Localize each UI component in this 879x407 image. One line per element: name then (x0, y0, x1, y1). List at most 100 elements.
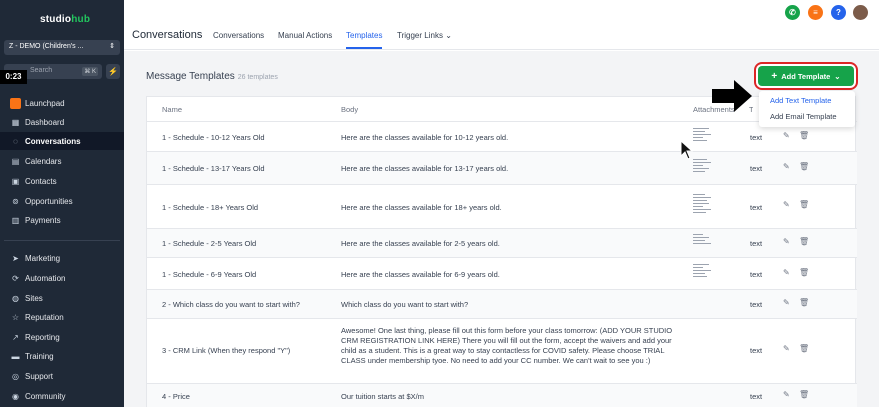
template-name[interactable]: 1 - Schedule - 2-5 Years Old (162, 239, 256, 249)
delete-icon[interactable]: 🗑 (799, 237, 809, 246)
phone-icon[interactable]: ✆ (785, 5, 800, 20)
sidebar-item-launchpad[interactable]: Launchpad (0, 94, 124, 112)
column-header-body[interactable]: Body (341, 105, 358, 114)
tab-templates[interactable]: Templates (346, 31, 383, 49)
attachment-thumbnail[interactable] (693, 234, 715, 246)
sidebar-item-label: Opportunities (25, 196, 73, 206)
edit-icon[interactable]: ✎ (783, 200, 790, 209)
template-name[interactable]: 1 - Schedule - 10-12 Years Old (162, 133, 265, 143)
tab-label: Trigger Links (397, 31, 443, 40)
sidebar-item-label: Community (25, 391, 66, 401)
edit-icon[interactable]: ✎ (783, 237, 790, 246)
template-name[interactable]: 4 - Price (162, 392, 190, 402)
mouse-cursor-icon (680, 140, 694, 160)
column-header-name[interactable]: Name (162, 105, 182, 114)
help-icon[interactable]: ? (831, 5, 846, 20)
sidebar-item-calendars[interactable]: ▤ Calendars (0, 152, 124, 170)
sidebar-item-conversations[interactable]: ◌ Conversations (0, 132, 124, 150)
top-bar: Conversations Conversations Manual Actio… (124, 0, 879, 50)
avatar[interactable] (853, 5, 868, 20)
main-content: Message Templates 26 templates + Add Temp… (124, 51, 879, 407)
sidebar-item-community[interactable]: ◉ Community (0, 387, 124, 405)
template-body: Awesome! One last thing, please fill out… (341, 326, 673, 365)
sidebar-item-label: Calendars (25, 156, 62, 166)
sidebar-divider (4, 240, 120, 241)
sidebar-item-training[interactable]: ▬ Training (0, 347, 124, 365)
tab-trigger-links[interactable]: Trigger Links ⌄ (397, 31, 452, 40)
delete-icon[interactable]: 🗑 (799, 344, 809, 353)
template-body: Which class do you want to start with? (341, 300, 469, 309)
template-type: text (750, 239, 763, 248)
table-row[interactable]: 3 - CRM Link (When they respond "Y") Awe… (147, 318, 857, 383)
attachment-thumbnail[interactable] (693, 128, 715, 143)
globe-icon: ◍ (12, 293, 19, 303)
delete-icon[interactable]: 🗑 (799, 131, 809, 140)
page-title: Conversations (132, 29, 203, 41)
funnel-icon: ⊚ (12, 196, 19, 206)
template-body: Here are the classes available for 6-9 y… (341, 270, 500, 279)
add-template-label: Add Template (781, 71, 831, 81)
delete-icon[interactable]: 🗑 (799, 200, 809, 209)
sidebar-item-opportunities[interactable]: ⊚ Opportunities (0, 192, 124, 210)
brand-logo[interactable]: studiohub (40, 14, 90, 25)
sidebar-item-label: Payments (25, 215, 61, 225)
account-switcher[interactable]: Z - DEMO (Children's ... ⇕ (4, 40, 120, 55)
table-row[interactable]: 1 - Schedule - 10-12 Years Old Here are … (147, 121, 857, 151)
attachment-thumbnail[interactable] (693, 194, 715, 215)
table-row[interactable]: 1 - Schedule - 2-5 Years Old Here are th… (147, 228, 857, 257)
sidebar-item-contacts[interactable]: ▣ Contacts (0, 172, 124, 190)
edit-icon[interactable]: ✎ (783, 162, 790, 171)
templates-table: Name Body Attachments Type 1 - Schedule … (146, 96, 857, 407)
attachment-thumbnail[interactable] (693, 264, 715, 279)
sidebar-item-automation[interactable]: ⟳ Automation (0, 269, 124, 287)
sidebar-item-marketing[interactable]: ➤ Marketing (0, 249, 124, 267)
tab-manual-actions[interactable]: Manual Actions (278, 31, 332, 40)
sidebar-item-reputation[interactable]: ☆ Reputation (0, 308, 124, 326)
sidebar-item-sites[interactable]: ◍ Sites (0, 289, 124, 307)
star-icon: ☆ (11, 312, 20, 322)
edit-icon[interactable]: ✎ (783, 268, 790, 277)
table-row[interactable]: 1 - Schedule - 6-9 Years Old Here are th… (147, 257, 857, 289)
table-row[interactable]: 1 - Schedule - 13-17 Years Old Here are … (147, 151, 857, 184)
template-name[interactable]: 1 - Schedule - 13-17 Years Old (162, 164, 265, 174)
sidebar-item-label: Training (25, 351, 54, 361)
table-row[interactable]: 2 - Which class do you want to start wit… (147, 289, 857, 318)
sidebar-item-support[interactable]: ◎ Support (0, 367, 124, 385)
add-template-button[interactable]: + Add Template ⌄ (758, 66, 854, 86)
template-type: text (750, 133, 763, 142)
add-text-template-item[interactable]: Add Text Template (770, 96, 831, 105)
template-body: Here are the classes available for 18+ y… (341, 203, 502, 212)
tab-conversations[interactable]: Conversations (213, 31, 264, 40)
sidebar-item-dashboard[interactable]: ▦ Dashboard (0, 113, 124, 131)
quick-action-icon[interactable]: ⚡ (106, 64, 120, 79)
edit-icon[interactable]: ✎ (783, 131, 790, 140)
send-icon: ➤ (12, 253, 19, 263)
add-email-template-item[interactable]: Add Email Template (770, 112, 837, 121)
chevron-down-icon: ⌄ (445, 31, 452, 40)
attachment-thumbnail[interactable] (693, 159, 715, 174)
edit-icon[interactable]: ✎ (783, 390, 790, 399)
automation-icon: ⟳ (12, 273, 19, 283)
delete-icon[interactable]: 🗑 (799, 390, 809, 399)
sidebar-item-payments[interactable]: ▥ Payments (0, 211, 124, 229)
support-icon: ◎ (12, 371, 19, 381)
sidebar-item-reporting[interactable]: ↗ Reporting (0, 328, 124, 346)
chat-icon: ◌ (13, 136, 18, 146)
table-row[interactable]: 4 - Price Our tuition starts at $X/m tex… (147, 383, 857, 407)
template-name[interactable]: 1 - Schedule - 18+ Years Old (162, 203, 258, 213)
delete-icon[interactable]: 🗑 (799, 298, 809, 307)
edit-icon[interactable]: ✎ (783, 344, 790, 353)
template-body: Here are the classes available for 13-17… (341, 164, 509, 173)
template-name[interactable]: 1 - Schedule - 6-9 Years Old (162, 270, 256, 280)
delete-icon[interactable]: 🗑 (799, 162, 809, 171)
delete-icon[interactable]: 🗑 (799, 268, 809, 277)
notifications-icon[interactable]: ≡ (808, 5, 823, 20)
search-shortcut: ⌘ K (82, 67, 98, 76)
edit-icon[interactable]: ✎ (783, 298, 790, 307)
template-name[interactable]: 3 - CRM Link (When they respond "Y") (162, 346, 290, 356)
community-icon: ◉ (12, 391, 19, 401)
sidebar-item-label: Dashboard (25, 117, 65, 127)
table-row[interactable]: 1 - Schedule - 18+ Years Old Here are th… (147, 184, 857, 228)
template-name[interactable]: 2 - Which class do you want to start wit… (162, 300, 300, 310)
account-name: Z - DEMO (Children's ... (9, 43, 84, 50)
